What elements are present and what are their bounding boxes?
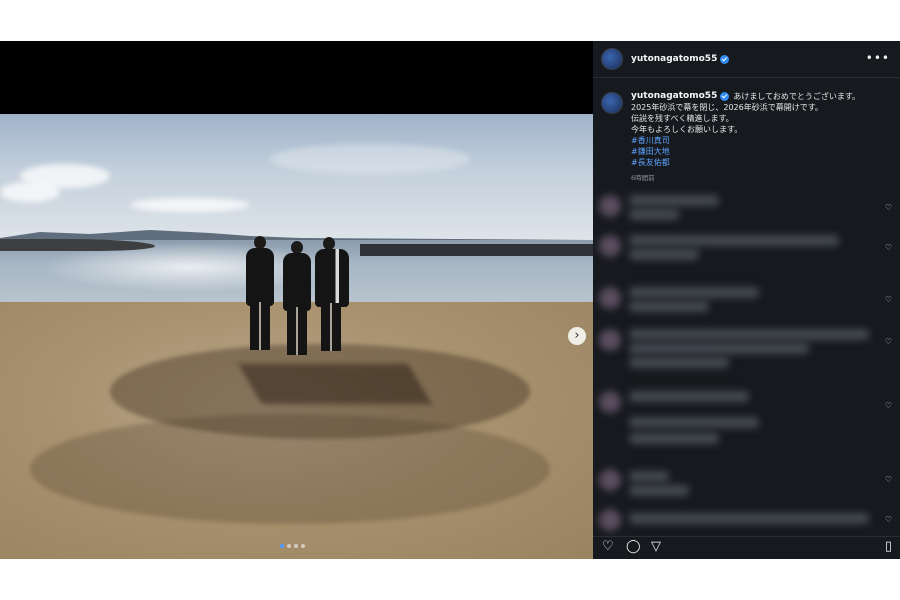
bookmark-icon[interactable]: ▯: [885, 539, 892, 554]
hashtag-link[interactable]: #香川真司: [631, 135, 860, 146]
blurred-comment-text: [629, 513, 869, 524]
carousel-indicator: [280, 544, 305, 548]
heart-icon[interactable]: ♡: [602, 539, 614, 554]
blurred-comment-text: [629, 235, 839, 246]
hashtag-link[interactable]: #鎌田大地: [631, 146, 860, 157]
blurred-comment-text: [629, 301, 709, 312]
avatar: [599, 469, 621, 491]
comment-like-heart-icon[interactable]: ♡: [885, 401, 892, 410]
post-photo-area: ›: [0, 41, 593, 559]
verified-badge-icon: [720, 92, 730, 101]
avatar: [599, 509, 621, 531]
carousel-dot: [287, 544, 291, 548]
chevron-right-icon: ›: [574, 328, 580, 343]
blurred-comment-text: [629, 249, 699, 260]
header-username[interactable]: yutonagatomo55: [631, 54, 717, 64]
avatar: [599, 287, 621, 309]
photo-sand-pit: [30, 414, 550, 524]
comment-like-heart-icon[interactable]: ♡: [885, 337, 892, 346]
post-header: yutonagatomo55 •••: [593, 41, 900, 78]
comment-icon[interactable]: ◯: [626, 539, 641, 554]
post-caption: yutonagatomo55 あけましておめでとうございます。 2025年砂浜で…: [601, 91, 891, 184]
post-action-bar: ♡ ◯ ▽ ▯: [593, 536, 900, 559]
carousel-dot: [294, 544, 298, 548]
photo-pier: [360, 244, 593, 256]
post-side-panel: yutonagatomo55 ••• yutonagatomo55 あけましてお…: [593, 41, 900, 559]
avatar: [599, 391, 621, 413]
beach-photo[interactable]: [0, 114, 593, 559]
caption-username[interactable]: yutonagatomo55: [631, 91, 717, 102]
carousel-next-button[interactable]: ›: [568, 327, 586, 345]
avatar: [599, 235, 621, 257]
post-timestamp: 6時間前: [631, 174, 655, 182]
comments-list: ♡ ♡ ♡ ♡ ♡ ♡ ♡: [593, 189, 900, 536]
photo-cloud: [0, 182, 60, 202]
caption-line: 伝説を残すべく精進します。: [631, 114, 734, 123]
caption-line: 今年もよろしくお願いします。: [631, 125, 743, 134]
comment-like-heart-icon[interactable]: ♡: [885, 475, 892, 484]
photo-breakwater: [0, 239, 155, 251]
avatar[interactable]: [601, 48, 623, 70]
avatar[interactable]: [601, 92, 623, 114]
comment-like-heart-icon[interactable]: ♡: [885, 243, 892, 252]
photo-cloud: [270, 144, 470, 174]
more-options-icon[interactable]: •••: [866, 51, 890, 65]
blurred-comment-text: [629, 417, 759, 428]
blurred-comment-text: [629, 391, 749, 402]
comment-like-heart-icon[interactable]: ♡: [885, 515, 892, 524]
carousel-dot: [280, 544, 284, 548]
carousel-dot: [301, 544, 305, 548]
photo-cloud: [130, 198, 250, 212]
blurred-comment-text: [629, 329, 869, 340]
blurred-comment-text: [629, 195, 719, 206]
blurred-comment-text: [629, 471, 669, 482]
instagram-post-modal: › yutonagatomo55 ••• yutonagatomo55 あけまし…: [0, 41, 900, 559]
blurred-comment-text: [629, 209, 679, 220]
photo-shadow: [238, 364, 432, 404]
caption-line: あけましておめでとうございます。: [733, 92, 861, 101]
blurred-comment-text: [629, 343, 809, 354]
hashtag-link[interactable]: #長友佑都: [631, 157, 860, 168]
blurred-comment-text: [629, 433, 719, 444]
comment-like-heart-icon[interactable]: ♡: [885, 295, 892, 304]
avatar: [599, 329, 621, 351]
caption-line: 2025年砂浜で幕を閉じ、2026年砂浜で幕開けです。: [631, 103, 823, 112]
send-icon[interactable]: ▽: [651, 539, 661, 554]
comment-like-heart-icon[interactable]: ♡: [885, 203, 892, 212]
avatar: [599, 195, 621, 217]
blurred-comment-text: [629, 485, 689, 496]
blurred-comment-text: [629, 287, 759, 298]
blurred-comment-text: [629, 357, 729, 368]
verified-badge-icon: [720, 54, 730, 64]
